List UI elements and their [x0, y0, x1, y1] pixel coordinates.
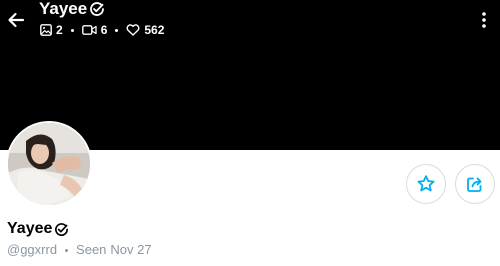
- verified-check-icon: [89, 1, 105, 17]
- header-title: Yayee: [39, 0, 105, 20]
- likes-count: 562: [144, 23, 165, 37]
- profile-handle: @ggxrrd: [7, 242, 58, 257]
- likes-stat: 562: [126, 23, 164, 37]
- meta-separator: [65, 248, 69, 252]
- photos-stat[interactable]: 2: [40, 23, 63, 37]
- profile-meta: @ggxrrd Seen Nov 27: [7, 242, 152, 258]
- more-options-button[interactable]: [474, 8, 494, 32]
- verified-check-icon: [54, 222, 69, 237]
- last-seen-date: Nov 27: [110, 242, 152, 257]
- back-button[interactable]: [4, 8, 28, 32]
- arrow-left-icon: [8, 12, 25, 28]
- last-seen-label: Seen: [76, 242, 107, 257]
- video-icon: [81, 25, 97, 35]
- favorite-button[interactable]: [406, 164, 446, 204]
- videos-count: 6: [100, 23, 108, 37]
- header-stats: 2 6 562: [40, 23, 164, 37]
- star-icon: [417, 175, 435, 192]
- share-button[interactable]: [455, 164, 495, 204]
- avatar[interactable]: [6, 121, 92, 207]
- profile-name: Yayee: [7, 219, 69, 239]
- more-vertical-icon: [482, 12, 486, 28]
- header-username: Yayee: [39, 0, 88, 18]
- image-icon: [40, 24, 52, 36]
- avatar-photo: [8, 123, 90, 205]
- profile-display-name: Yayee: [7, 220, 53, 237]
- share-icon: [467, 177, 482, 192]
- stat-separator: [70, 28, 74, 32]
- cover-banner: Yayee 2 6 562: [0, 0, 500, 150]
- photos-count: 2: [56, 23, 63, 37]
- heart-icon: [126, 24, 140, 36]
- videos-stat[interactable]: 6: [81, 23, 108, 37]
- profile-page: Yayee 2 6 562 Yayee @ggxrrd Seen Nov 27: [0, 0, 500, 266]
- stat-separator: [115, 28, 119, 32]
